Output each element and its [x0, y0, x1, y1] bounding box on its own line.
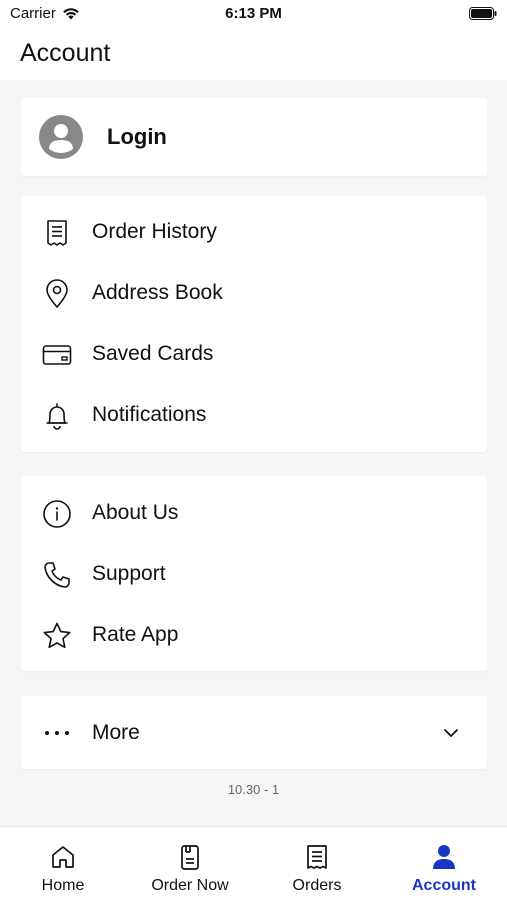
battery-icon	[469, 7, 497, 24]
tab-account[interactable]: Account	[381, 827, 507, 900]
rate-app-label: Rate App	[92, 623, 179, 646]
about-us-label: About Us	[92, 501, 179, 524]
rate-app-item[interactable]: Rate App	[21, 605, 487, 666]
order-history-item[interactable]: Order History	[21, 202, 487, 263]
phone-icon	[42, 560, 72, 590]
about-us-item[interactable]: About Us	[21, 483, 487, 544]
bottom-tab-bar: Home Order Now Orders Account	[0, 826, 507, 900]
tab-home-label: Home	[41, 877, 85, 894]
support-item[interactable]: Support	[21, 544, 487, 605]
account-menu-group-1: Order History Address Book Saved Cards N…	[21, 196, 487, 452]
tab-account-label: Account	[412, 877, 476, 894]
location-pin-icon	[42, 279, 72, 309]
notifications-item[interactable]: Notifications	[21, 385, 487, 446]
login-card[interactable]: Login	[21, 98, 487, 176]
clock: 6:13 PM	[225, 5, 282, 22]
more-card: More	[21, 696, 487, 769]
order-now-icon	[181, 845, 199, 870]
tab-order-now-label: Order Now	[151, 877, 229, 894]
chevron-down-icon	[444, 729, 458, 737]
person-icon	[433, 845, 455, 869]
login-label: Login	[107, 124, 167, 149]
order-history-label: Order History	[92, 220, 217, 243]
address-book-label: Address Book	[92, 281, 223, 304]
tab-order-now[interactable]: Order Now	[127, 827, 253, 900]
receipt-icon	[42, 218, 72, 248]
tab-orders-label: Orders	[292, 877, 342, 894]
support-label: Support	[92, 562, 166, 585]
saved-cards-label: Saved Cards	[92, 342, 214, 365]
app-version: 10.30 - 1	[227, 782, 280, 797]
notifications-label: Notifications	[92, 403, 207, 426]
bell-icon	[42, 401, 72, 431]
star-icon	[42, 621, 72, 651]
avatar-icon	[39, 115, 83, 159]
address-book-item[interactable]: Address Book	[21, 263, 487, 324]
tab-home[interactable]: Home	[0, 827, 126, 900]
home-icon	[52, 846, 74, 868]
page-title: Account	[20, 39, 111, 67]
tab-orders[interactable]: Orders	[254, 827, 380, 900]
info-icon	[42, 499, 72, 529]
saved-cards-item[interactable]: Saved Cards	[21, 324, 487, 385]
status-bar: Carrier 6:13 PM	[0, 0, 507, 28]
account-menu-group-2: About Us Support Rate App	[21, 476, 487, 671]
receipt-icon	[307, 845, 327, 869]
ellipsis-icon	[42, 718, 72, 748]
header: Account	[0, 28, 507, 80]
more-label: More	[92, 721, 140, 744]
credit-card-icon	[42, 340, 72, 370]
more-item[interactable]: More	[21, 696, 487, 769]
